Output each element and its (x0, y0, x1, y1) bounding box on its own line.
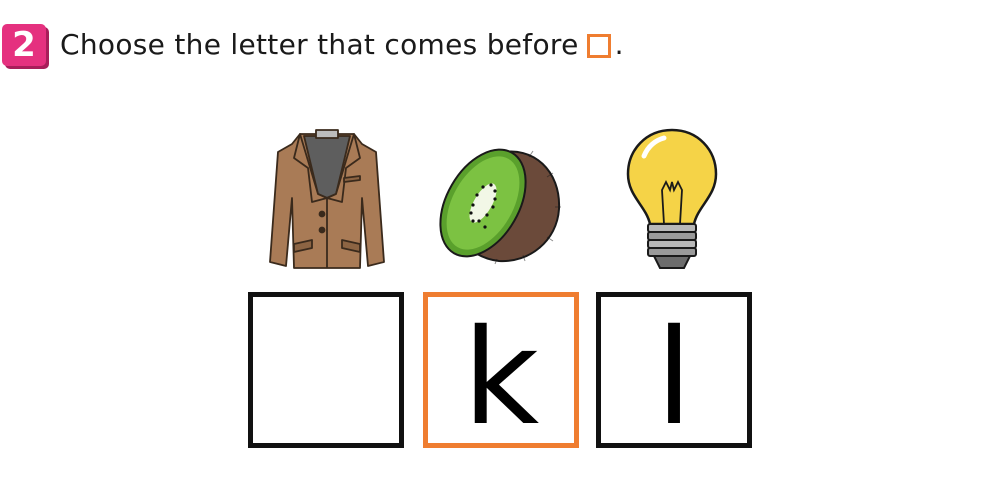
question-number-badge: 2 (2, 24, 46, 66)
letter-box-3[interactable]: l (596, 292, 752, 448)
inline-box-symbol (586, 34, 611, 58)
prompt-period: . (614, 28, 624, 61)
light-bulb-icon (626, 128, 718, 269)
question-prompt: Choose the letter that comes before. (60, 24, 624, 66)
letter-box-2-letter: k (462, 301, 540, 455)
jacket-icon (269, 129, 385, 269)
letter-box-2[interactable]: k (423, 292, 579, 448)
letter-box-3-letter: l (655, 301, 693, 455)
letter-box-1[interactable] (248, 292, 404, 448)
kiwi-icon (439, 148, 561, 265)
prompt-text: Choose the letter that comes before (60, 28, 579, 61)
